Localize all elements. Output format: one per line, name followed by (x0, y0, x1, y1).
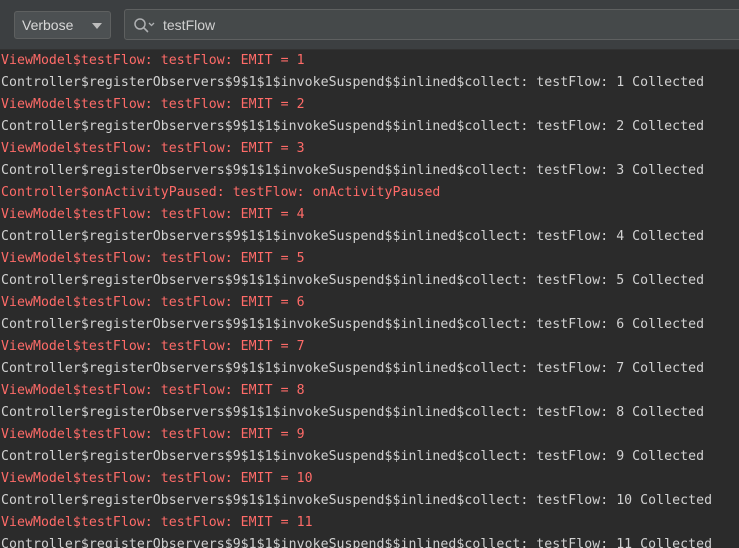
log-line: Controller$registerObservers$9$1$1$invok… (1, 537, 713, 548)
log-line: Controller$registerObservers$9$1$1$invok… (1, 163, 705, 178)
log-line: ViewModel$testFlow: testFlow: EMIT = 4 (1, 207, 305, 222)
search-input[interactable] (163, 10, 723, 39)
log-level-value: Verbose (22, 17, 74, 33)
log-level-dropdown[interactable]: Verbose (14, 11, 111, 39)
log-line: ViewModel$testFlow: testFlow: EMIT = 6 (1, 295, 305, 310)
log-line: Controller$registerObservers$9$1$1$invok… (1, 273, 705, 288)
log-line: Controller$registerObservers$9$1$1$invok… (1, 229, 705, 244)
log-line: ViewModel$testFlow: testFlow: EMIT = 7 (1, 339, 305, 354)
log-line: Controller$registerObservers$9$1$1$invok… (1, 317, 705, 332)
log-line: ViewModel$testFlow: testFlow: EMIT = 8 (1, 383, 305, 398)
log-line: ViewModel$testFlow: testFlow: EMIT = 3 (1, 141, 305, 156)
log-line: Controller$onActivityPaused: testFlow: o… (1, 185, 441, 200)
log-line: Controller$registerObservers$9$1$1$invok… (1, 361, 705, 376)
log-line: Controller$registerObservers$9$1$1$invok… (1, 119, 705, 134)
log-search-box[interactable] (124, 9, 739, 40)
log-line: ViewModel$testFlow: testFlow: EMIT = 2 (1, 97, 305, 112)
log-line: Controller$registerObservers$9$1$1$invok… (1, 405, 705, 420)
log-line: Controller$registerObservers$9$1$1$invok… (1, 449, 705, 464)
log-output[interactable]: ViewModel$testFlow: testFlow: EMIT = 1 Co… (0, 50, 739, 548)
log-line: ViewModel$testFlow: testFlow: EMIT = 9 (1, 427, 305, 442)
log-line: Controller$registerObservers$9$1$1$invok… (1, 493, 713, 508)
chevron-down-icon (92, 23, 102, 29)
log-line: ViewModel$testFlow: testFlow: EMIT = 10 (1, 471, 313, 486)
log-line: ViewModel$testFlow: testFlow: EMIT = 11 (1, 515, 313, 530)
log-line: Controller$registerObservers$9$1$1$invok… (1, 75, 705, 90)
search-icon[interactable] (133, 17, 155, 33)
log-line: ViewModel$testFlow: testFlow: EMIT = 5 (1, 251, 305, 266)
log-line: ViewModel$testFlow: testFlow: EMIT = 1 (1, 53, 305, 68)
logcat-toolbar: Verbose (0, 0, 739, 50)
